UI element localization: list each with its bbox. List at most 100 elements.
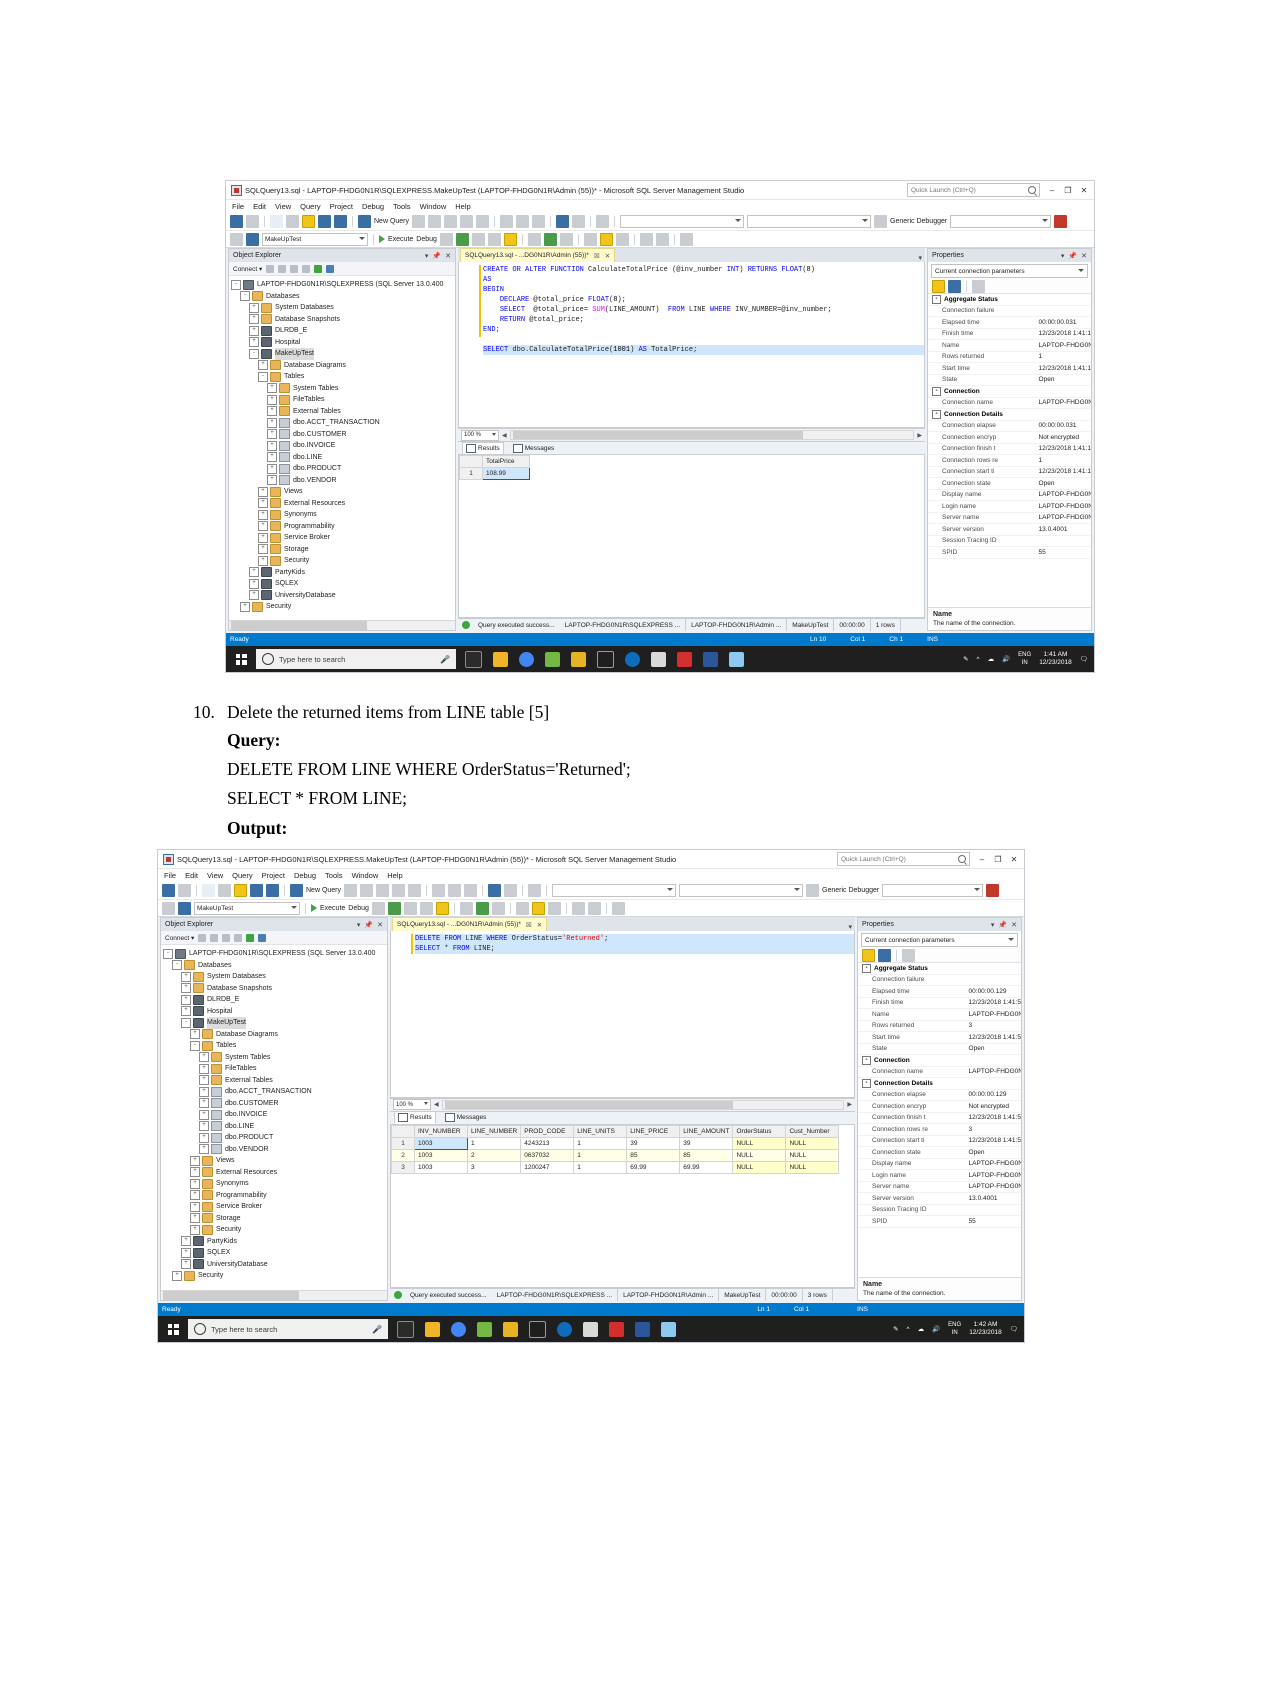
close-icon[interactable]: ✕ <box>445 252 451 260</box>
paste-icon[interactable] <box>532 215 546 228</box>
collapse-icon[interactable]: - <box>932 409 941 419</box>
collapse-icon[interactable]: - <box>862 963 871 973</box>
quick-launch-input[interactable]: Quick Launch (Ctrl+Q) <box>837 852 970 866</box>
table-cell[interactable]: NULL <box>785 1160 840 1174</box>
pdf-reader-icon[interactable] <box>677 651 692 667</box>
cut-icon[interactable] <box>500 215 514 228</box>
taskbar-search-input[interactable]: Type here to search 🎤 <box>188 1319 388 1339</box>
expand-icon[interactable]: + <box>267 383 277 394</box>
collapse-icon[interactable]: - <box>172 960 182 971</box>
new-project-icon[interactable] <box>202 884 215 897</box>
tree-node[interactable]: + dbo.ACCT_TRANSACTION <box>163 1086 387 1098</box>
menu-item-window[interactable]: Window <box>420 202 447 211</box>
maximize-button[interactable]: ❐ <box>1060 183 1076 197</box>
expand-icon[interactable]: + <box>181 971 191 982</box>
collapse-icon[interactable]: - <box>190 1040 200 1051</box>
collapse-icon[interactable]: - <box>932 294 941 304</box>
copy-icon[interactable] <box>516 215 530 228</box>
expand-icon[interactable]: + <box>181 1259 191 1270</box>
sql-ce-query-icon[interactable] <box>408 884 422 897</box>
uncomment-icon[interactable] <box>531 901 545 915</box>
expand-icon[interactable]: + <box>249 337 259 348</box>
photos-icon[interactable] <box>545 651 560 667</box>
debug-target-icon[interactable] <box>874 215 888 228</box>
object-explorer-tree[interactable]: - LAPTOP-FHDG0N1R\SQLEXPRESS (SQL Server … <box>229 276 455 620</box>
row-number-cell[interactable]: 1 <box>459 467 483 480</box>
chevron-down-icon[interactable]: ▾ <box>425 252 429 260</box>
taskbar-search-input[interactable]: Type here to search 🎤 <box>256 649 456 669</box>
disconnect-all-icon[interactable] <box>278 264 287 273</box>
find-icon[interactable] <box>1054 215 1068 228</box>
expand-icon[interactable]: + <box>267 440 277 451</box>
results-to-grid-icon[interactable] <box>543 232 557 246</box>
refresh-icon[interactable] <box>314 264 323 273</box>
parse-icon[interactable] <box>455 232 469 246</box>
clock[interactable]: 1:41 AM 12/23/2018 <box>1039 651 1072 667</box>
settings-gear-icon[interactable] <box>557 1321 572 1337</box>
debug-target-icon[interactable] <box>806 884 820 897</box>
expand-icon[interactable]: + <box>249 302 259 313</box>
expand-icon[interactable]: + <box>199 1144 209 1155</box>
menu-item-view[interactable]: View <box>207 871 223 880</box>
tree-node[interactable]: + Database Snapshots <box>163 983 387 995</box>
include-actual-plan-icon[interactable] <box>503 232 517 246</box>
find-icon[interactable] <box>986 884 1000 897</box>
expand-icon[interactable]: + <box>258 532 268 543</box>
pen-icon[interactable]: ✎ <box>893 1325 898 1333</box>
zoom-combo[interactable]: 100 % <box>461 429 499 441</box>
tree-node[interactable]: + dbo.INVOICE <box>163 1109 387 1121</box>
expand-icon[interactable]: + <box>199 1098 209 1109</box>
column-header[interactable]: LINE_AMOUNT <box>679 1124 734 1138</box>
task-view-icon[interactable] <box>397 1320 414 1338</box>
pen-icon[interactable]: ✎ <box>963 655 968 663</box>
analysis-mdx-query-icon[interactable] <box>428 215 442 228</box>
query-options-icon[interactable] <box>487 232 501 246</box>
tree-node[interactable]: + Hospital <box>231 337 455 349</box>
tree-node[interactable]: + System Tables <box>231 383 455 395</box>
expand-icon[interactable]: + <box>240 601 250 612</box>
save-icon[interactable] <box>250 884 263 897</box>
column-header[interactable]: LINE_PRICE <box>626 1124 681 1138</box>
chevron-down-icon[interactable]: ▾ <box>357 921 361 929</box>
tree-node[interactable]: + Views <box>231 486 455 498</box>
word-icon[interactable] <box>635 1321 650 1337</box>
tree-node[interactable]: + Database Snapshots <box>231 314 455 326</box>
expand-icon[interactable]: + <box>172 1270 182 1281</box>
disconnect-all-icon[interactable] <box>210 933 219 942</box>
table-cell[interactable]: 85 <box>679 1148 734 1162</box>
expand-icon[interactable]: + <box>190 1201 200 1212</box>
tree-node[interactable]: + SQLEX <box>163 1247 387 1259</box>
undo-icon[interactable] <box>488 884 502 897</box>
navigate-back-icon[interactable] <box>162 884 175 897</box>
debugger-combo[interactable] <box>882 884 984 897</box>
property-group-row[interactable]: - Aggregate Status <box>928 294 1091 306</box>
close-icon[interactable]: ✕ <box>1011 921 1017 929</box>
specify-values-icon[interactable] <box>679 232 693 246</box>
expand-icon[interactable]: + <box>267 452 277 463</box>
tree-node[interactable]: + Security <box>231 601 455 613</box>
table-cell[interactable]: NULL <box>785 1148 840 1162</box>
task-view-icon[interactable] <box>465 650 482 668</box>
tree-node[interactable]: + Database Diagrams <box>163 1029 387 1041</box>
expand-icon[interactable]: + <box>190 1178 200 1189</box>
save-all-icon[interactable] <box>266 884 279 897</box>
tree-node[interactable]: + dbo.LINE <box>163 1121 387 1133</box>
tab-results[interactable]: Results <box>394 1111 436 1124</box>
expand-icon[interactable]: + <box>199 1063 209 1074</box>
execute-label[interactable]: Execute <box>320 905 345 912</box>
tree-node[interactable]: + System Tables <box>163 1052 387 1064</box>
collapse-icon[interactable]: - <box>181 1017 191 1028</box>
expand-icon[interactable]: + <box>190 1167 200 1178</box>
connect-button[interactable]: Connect ▾ <box>165 934 194 942</box>
results-to-grid-icon[interactable] <box>475 901 489 915</box>
stop-icon[interactable] <box>439 232 453 246</box>
property-pages-icon[interactable] <box>972 280 985 293</box>
sql-code-editor[interactable]: DELETE FROM LINE WHERE OrderStatus='Retu… <box>390 931 855 1098</box>
table-row[interactable]: 1 108.99 <box>459 467 530 480</box>
file-explorer-icon[interactable] <box>493 651 508 667</box>
table-cell[interactable]: NULL <box>785 1136 840 1150</box>
expand-icon[interactable]: + <box>258 360 268 371</box>
table-cell[interactable]: 85 <box>626 1148 681 1162</box>
tree-node[interactable]: + System Databases <box>163 971 387 983</box>
menu-item-debug[interactable]: Debug <box>362 202 384 211</box>
